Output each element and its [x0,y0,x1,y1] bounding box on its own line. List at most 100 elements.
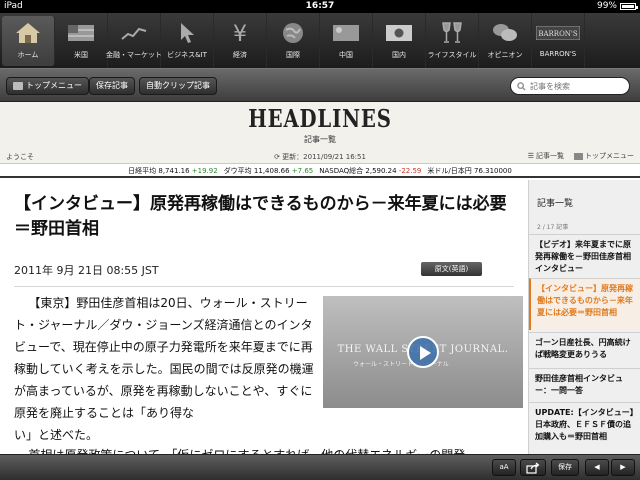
status-bar: iPad 16:57 99% [0,0,640,13]
next-article-button[interactable]: ▶ [611,459,635,476]
china-flag-icon [332,19,360,47]
saved-articles-button[interactable]: 保存記事 [89,77,135,95]
article-list-sidebar: 記事一覧 2 / 17 記事 【ビデオ】来年夏までに原発再稼働を－野田佳彦首相イ… [528,180,640,454]
category-label: 米国 [74,51,88,59]
category-economy[interactable]: ¥ 経済 [214,13,267,68]
category-label: 経済 [233,51,247,59]
ticker-label: 米ドル/日本円 [427,167,472,175]
market-ticker: 日経平均 8,741.16 +19.92 ダウ平均 11,408.66 +7.6… [0,164,640,178]
article-list-link[interactable]: ☰ 記事一覧 [528,151,564,161]
page-subtitle: 記事一覧 [304,135,336,144]
auto-clip-label: 自動クリップ記事 [146,81,210,90]
ticker-change: +7.65 [291,167,314,175]
article-pane: 【インタビュー】原発再稼働はできるものから－来年夏には必要＝野田首相 2011年… [0,180,528,454]
auto-clip-button[interactable]: 自動クリップ記事 [139,77,217,95]
top-menu-label: トップメニュー [26,81,82,90]
previous-article-button[interactable]: ◀ [585,459,609,476]
wsj-mini-icon [13,82,23,90]
refresh-icon[interactable]: ⟳ [274,153,280,161]
top-menu-link-label: トップメニュー [585,152,634,160]
article-list-label: 記事一覧 [536,152,564,160]
article-body-continued: い」と述べた。 [14,428,99,442]
article-body-paragraph: 【東京】野田佳彦首相は20日、ウォール・ストリート・ジャーナル／ダウ・ジョーンズ… [14,296,314,420]
category-label: ビジネス&IT [167,51,207,59]
clock: 16:57 [305,1,335,11]
wine-glasses-icon [438,19,466,47]
category-us[interactable]: 米国 [55,13,108,68]
category-label: 国内 [392,51,406,59]
article-headline: 【インタビュー】原発再稼働はできるものから－来年夏には必要＝野田首相 [14,194,507,239]
play-icon[interactable] [407,336,439,368]
japan-flag-icon [385,19,413,47]
article-body-paragraph-2: 首相は原発政策について、「仮にゼロにするとすれば、他の代替エネルギーの開発 [14,444,514,454]
page-title: HEADLINES [248,104,392,133]
sidebar-item[interactable]: ゴーン日産社長、円高続けば戦略変更ありうる [529,332,640,368]
ticker-value: 2,590.24 [365,167,397,175]
article-date: 2011年 9月 21日 08:55 JST [14,264,159,277]
update-label: 更新：2011/09/21 16:51 [282,153,366,161]
ticker-label: 日経平均 [128,167,157,175]
sidebar-count: 2 / 17 記事 [537,224,569,231]
video-player[interactable]: THE WALL STREET JOURNAL. ウォール・ストリート・ジャーナ… [323,296,523,408]
market-chart-icon [120,19,148,47]
search-box[interactable] [510,77,630,95]
search-icon [517,81,526,91]
category-label: 国際 [286,51,300,59]
original-english-button[interactable]: 原文(英語) [421,262,482,276]
ticker-label: NASDAQ総合 [319,167,364,175]
wsj-mini-icon [574,152,583,160]
battery-percent: 99% [596,1,617,11]
svg-text:BARRON'S: BARRON'S [538,30,578,38]
divider [14,286,514,287]
sidebar-item[interactable]: 野田佳彦首相インタビュー：一問一答 [529,368,640,402]
search-input[interactable] [530,81,626,91]
sidebar-item[interactable]: 【ビデオ】来年夏までに原発再稼働を－野田佳彦首相インタビュー [529,234,640,276]
share-icon [526,462,540,474]
ticker-value: 11,408.66 [253,167,290,175]
font-size-button[interactable]: aA [492,459,516,476]
category-business-it[interactable]: ビジネス&IT [161,13,214,68]
category-opinion[interactable]: オピニオン [479,13,532,68]
category-label: BARRON'S [539,50,577,58]
saved-articles-label: 保存記事 [96,81,128,90]
ticker-nasdaq: NASDAQ総合 2,590.24 -22.59 [319,164,421,176]
category-label: ライフスタイル [427,51,477,59]
yen-icon: ¥ [226,19,254,47]
battery-indicator: 99% [596,0,638,13]
top-menu-button[interactable]: トップメニュー [6,77,89,95]
category-label: 金融・マーケット [106,51,162,59]
category-label: オピニオン [487,51,523,59]
speech-bubbles-icon [491,19,519,47]
top-menu-link[interactable]: トップメニュー [574,151,634,161]
arrow-left-icon: ◀ [594,463,600,471]
category-label: 中国 [339,51,353,59]
category-label: ホーム [17,51,39,59]
category-nav: ホーム 米国 金融・マーケット ビジネス&IT ¥ 経済 国際 中国 国内 ライ… [0,13,640,68]
cursor-icon [173,19,201,47]
category-international[interactable]: 国際 [267,13,320,68]
sidebar-item[interactable]: UPDATE:【インタビュー】日本政府、ＥＦＳＦ債の追加購入も＝野田首相 [529,402,640,454]
battery-icon [620,3,638,10]
headlines-masthead: HEADLINES 記事一覧 ようこそ ⟳ 更新：2011/09/21 16:5… [0,102,640,164]
category-barrons[interactable]: BARRON'S BARRON'S [532,13,585,68]
arrow-right-icon: ▶ [620,463,626,471]
save-button[interactable]: 保存 [551,459,579,476]
masthead-links: ☰ 記事一覧 トップメニュー [528,151,634,161]
home-icon [14,19,42,47]
bottom-toolbar: aA 保存 ◀ ▶ [0,454,640,480]
ticker-label: ダウ平均 [223,167,252,175]
ticker-value: 76.310000 [473,167,512,175]
category-japan[interactable]: 国内 [373,13,426,68]
category-lifestyle[interactable]: ライフスタイル [426,13,479,68]
category-market[interactable]: 金融・マーケット [106,13,162,68]
toolbar: トップメニュー 保存記事 自動クリップ記事 [0,68,640,102]
category-home[interactable]: ホーム [2,16,55,66]
sidebar-item-active[interactable]: 【インタビュー】原発再稼働はできるものから－来年夏には必要＝野田首相 [529,278,640,330]
ticker-nikkei: 日経平均 8,741.16 +19.92 [128,164,218,176]
category-china[interactable]: 中国 [320,13,373,68]
list-icon: ☰ [527,152,534,160]
share-button[interactable] [520,459,546,476]
ticker-change: +19.92 [191,167,218,175]
sidebar-title: 記事一覧 [537,199,574,209]
ticker-dow: ダウ平均 11,408.66 +7.65 [224,164,314,176]
